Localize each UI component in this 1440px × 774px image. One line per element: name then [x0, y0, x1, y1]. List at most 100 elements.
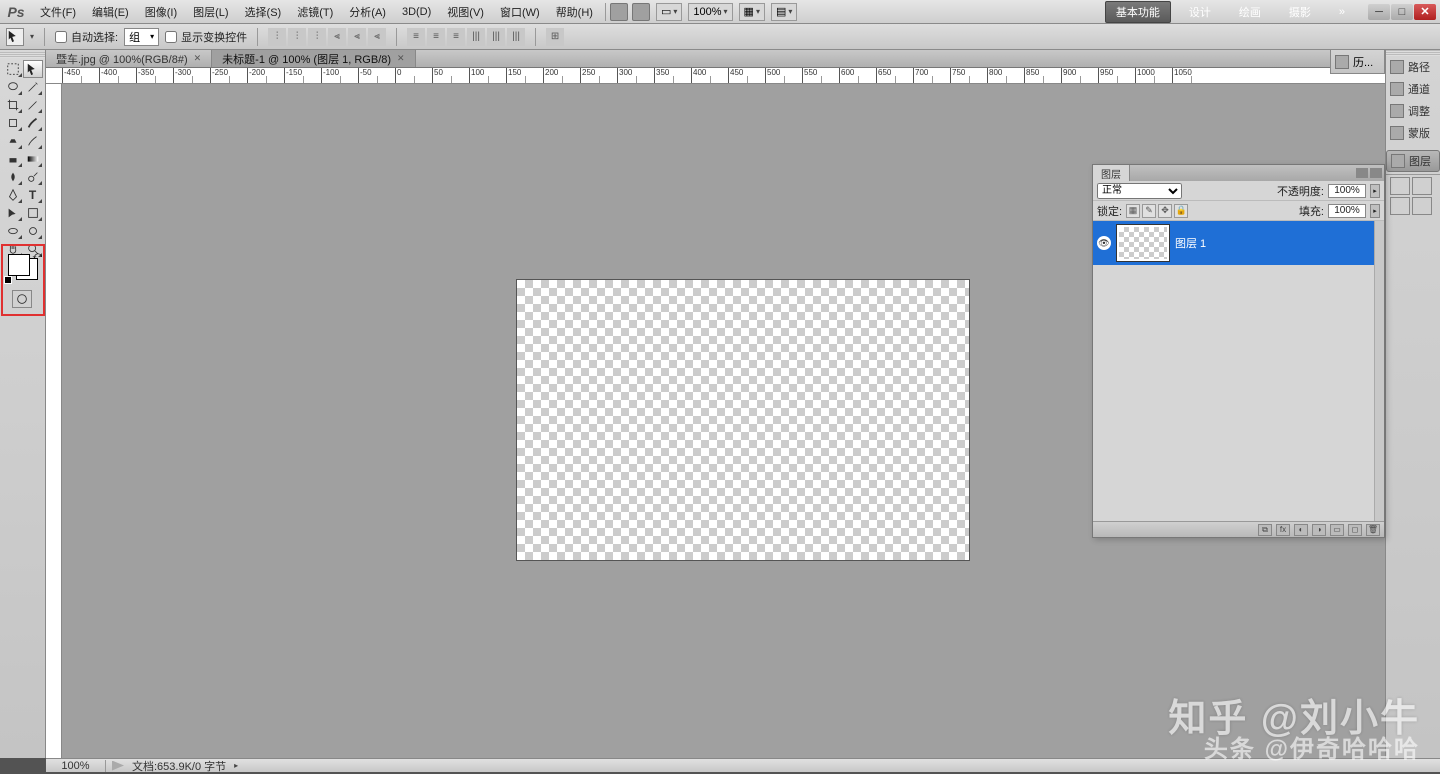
dist-hcenter-icon[interactable]: |||: [487, 28, 505, 46]
toolbox-grip[interactable]: [0, 52, 45, 58]
auto-select-target[interactable]: 组: [124, 28, 159, 46]
move-tool-icon[interactable]: [23, 60, 43, 78]
3d-camera-tool-icon[interactable]: [23, 222, 43, 240]
quick-mask-icon[interactable]: [12, 290, 32, 308]
lock-all-icon[interactable]: 🔒: [1174, 204, 1188, 218]
fill-field[interactable]: 100%: [1328, 204, 1366, 218]
default-colors-icon[interactable]: [4, 276, 12, 284]
layer-item[interactable]: 👁 图层 1: [1093, 221, 1384, 265]
link-layers-icon[interactable]: ⧉: [1258, 524, 1272, 536]
layer-scrollbar[interactable]: [1374, 221, 1384, 521]
new-layer-icon[interactable]: ◻: [1348, 524, 1362, 536]
menu-layer[interactable]: 图层(L): [185, 0, 236, 24]
dist-vcenter-icon[interactable]: ≡: [427, 28, 445, 46]
horizontal-ruler[interactable]: -450-400-350-300-250-200-150-100-5005010…: [46, 68, 1385, 84]
align-vcenter-icon[interactable]: ⫶: [288, 28, 306, 46]
menu-window[interactable]: 窗口(W): [492, 0, 548, 24]
status-zoom[interactable]: 100%: [46, 760, 106, 772]
layer-name[interactable]: 图层 1: [1175, 235, 1206, 251]
menu-help[interactable]: 帮助(H): [548, 0, 601, 24]
foreground-color-swatch[interactable]: [8, 254, 30, 276]
menu-edit[interactable]: 编辑(E): [84, 0, 137, 24]
status-doc-info[interactable]: 文档:653.9K/0 字节: [124, 758, 234, 774]
dist-bottom-icon[interactable]: ≡: [447, 28, 465, 46]
layer-thumbnail[interactable]: [1117, 225, 1169, 261]
history-brush-tool-icon[interactable]: [23, 132, 43, 150]
lock-pixels-icon[interactable]: ✎: [1142, 204, 1156, 218]
close-icon[interactable]: ✕: [194, 53, 202, 64]
artboard[interactable]: [517, 280, 969, 560]
minibridge-icon[interactable]: [632, 3, 650, 21]
character-panel-icon[interactable]: [1412, 197, 1432, 215]
layers-panel-button[interactable]: 图层: [1386, 150, 1440, 172]
eraser-tool-icon[interactable]: [3, 150, 23, 168]
window-close[interactable]: ✕: [1414, 4, 1436, 20]
lasso-tool-icon[interactable]: [3, 78, 23, 96]
crop-tool-icon[interactable]: [3, 96, 23, 114]
magic-wand-tool-icon[interactable]: [23, 78, 43, 96]
eyedropper-tool-icon[interactable]: [23, 96, 43, 114]
current-tool-icon[interactable]: [6, 28, 24, 46]
gradient-tool-icon[interactable]: [23, 150, 43, 168]
workspace-more[interactable]: »: [1329, 4, 1355, 20]
extras-drop[interactable]: ▤▾: [771, 3, 797, 21]
menu-select[interactable]: 选择(S): [237, 0, 290, 24]
brush-tool-icon[interactable]: [23, 114, 43, 132]
layer-mask-icon[interactable]: ◐: [1294, 524, 1308, 536]
zoom-drop[interactable]: 100%▾: [688, 3, 732, 21]
blend-mode-select[interactable]: 正常: [1097, 183, 1182, 199]
lock-position-icon[interactable]: ✥: [1158, 204, 1172, 218]
path-select-tool-icon[interactable]: [3, 204, 23, 222]
paths-panel-button[interactable]: 路径: [1386, 56, 1440, 78]
vertical-ruler[interactable]: [46, 84, 62, 758]
clone-source-icon[interactable]: [1390, 197, 1410, 215]
doc-tab-1[interactable]: 未标题-1 @ 100% (图层 1, RGB/8)✕: [212, 50, 415, 67]
tool-preset-drop[interactable]: ▾: [30, 32, 34, 41]
dist-right-icon[interactable]: |||: [507, 28, 525, 46]
delete-layer-icon[interactable]: 🗑: [1366, 524, 1380, 536]
masks-panel-button[interactable]: 蒙版: [1386, 122, 1440, 144]
fill-slider-icon[interactable]: ▸: [1370, 204, 1380, 218]
shape-tool-icon[interactable]: [23, 204, 43, 222]
channels-panel-button[interactable]: 通道: [1386, 78, 1440, 100]
dodge-tool-icon[interactable]: [23, 168, 43, 186]
bridge-icon[interactable]: [610, 3, 628, 21]
align-top-icon[interactable]: ⫶: [268, 28, 286, 46]
menu-file[interactable]: 文件(F): [32, 0, 84, 24]
doc-tab-0[interactable]: 暨车.jpg @ 100%(RGB/8#)✕: [46, 50, 212, 67]
marquee-tool-icon[interactable]: [3, 60, 23, 78]
menu-3d[interactable]: 3D(D): [394, 0, 439, 24]
pen-tool-icon[interactable]: [3, 186, 23, 204]
status-info-drop[interactable]: ▸: [234, 761, 238, 770]
auto-select-check[interactable]: 自动选择:: [55, 29, 118, 45]
workspace-essentials[interactable]: 基本功能: [1105, 1, 1171, 23]
layers-tab[interactable]: 图层: [1093, 165, 1130, 181]
dist-top-icon[interactable]: ≡: [407, 28, 425, 46]
clone-stamp-tool-icon[interactable]: [3, 132, 23, 150]
panel-menu-icon[interactable]: [1370, 168, 1382, 178]
align-bottom-icon[interactable]: ⫶: [308, 28, 326, 46]
align-hcenter-icon[interactable]: ⫷: [348, 28, 366, 46]
adjustments-panel-button[interactable]: 调整: [1386, 100, 1440, 122]
healing-brush-tool-icon[interactable]: [3, 114, 23, 132]
tool-preset-icon[interactable]: [1390, 177, 1410, 195]
menu-analysis[interactable]: 分析(A): [341, 0, 394, 24]
window-maximize[interactable]: □: [1391, 4, 1413, 20]
3d-rotate-tool-icon[interactable]: [3, 222, 23, 240]
dist-left-icon[interactable]: |||: [467, 28, 485, 46]
workspace-photography[interactable]: 摄影: [1279, 2, 1321, 22]
opacity-slider-icon[interactable]: ▸: [1370, 184, 1380, 198]
layer-style-icon[interactable]: fx: [1276, 524, 1290, 536]
visibility-icon[interactable]: 👁: [1097, 236, 1111, 250]
screen-mode-drop[interactable]: ▭▾: [656, 3, 682, 21]
menu-filter[interactable]: 滤镜(T): [289, 0, 341, 24]
history-panel-collapsed[interactable]: 历...: [1330, 50, 1385, 74]
arrange-drop[interactable]: ▦▾: [739, 3, 765, 21]
workspace-design[interactable]: 设计: [1179, 2, 1221, 22]
window-minimize[interactable]: ─: [1368, 4, 1390, 20]
brush-preset-icon[interactable]: [1412, 177, 1432, 195]
show-transform-check[interactable]: 显示变换控件: [165, 29, 247, 45]
opacity-field[interactable]: 100%: [1328, 184, 1366, 198]
panel-collapse-icon[interactable]: [1356, 168, 1368, 178]
new-group-icon[interactable]: ▭: [1330, 524, 1344, 536]
